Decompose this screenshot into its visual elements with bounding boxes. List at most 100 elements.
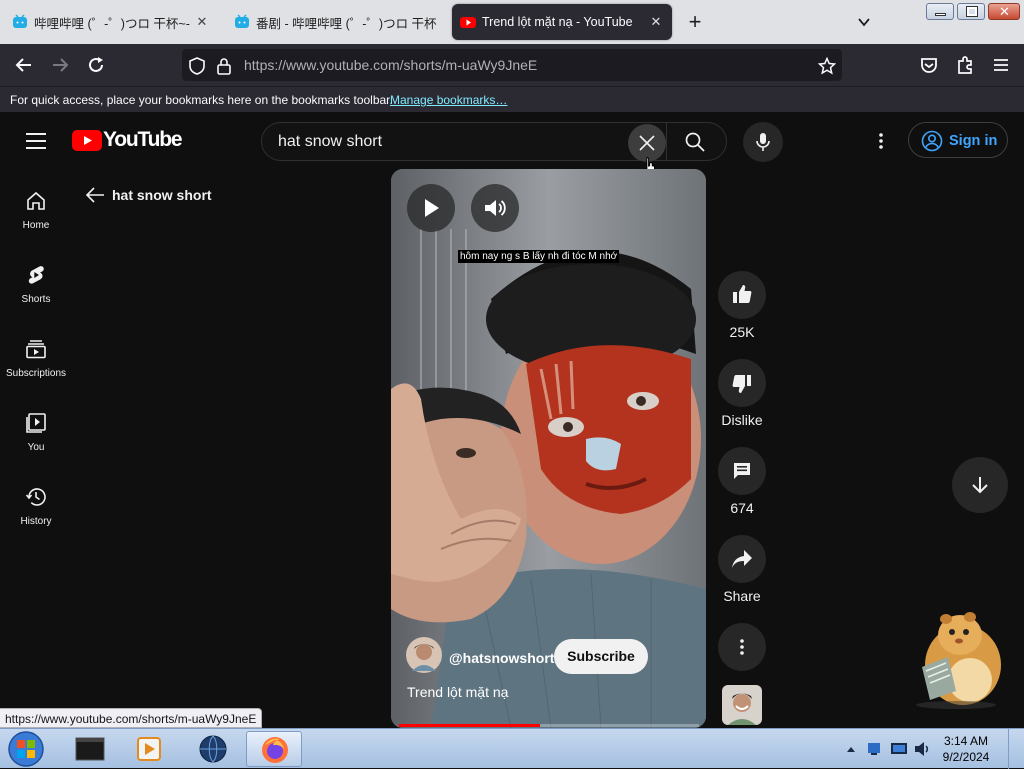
search-divider bbox=[666, 123, 667, 160]
dislike-button[interactable] bbox=[718, 359, 766, 407]
extensions-icon[interactable] bbox=[954, 54, 976, 76]
start-button-icon[interactable] bbox=[6, 730, 46, 768]
channel-name[interactable]: @hatsnowshort bbox=[449, 650, 554, 666]
clock-time: 3:14 AM bbox=[943, 734, 989, 748]
url-path: /shorts/m-uaWy9JneE bbox=[399, 57, 538, 73]
display-tray-icon[interactable] bbox=[890, 741, 908, 757]
more-actions-button[interactable] bbox=[718, 623, 766, 671]
sidebar-item-label: You bbox=[27, 442, 45, 453]
shorts-icon bbox=[28, 266, 44, 284]
tab-bilibili[interactable]: 哔哩哔哩 (゜-゜)つロ 干杯~-bili ✕ bbox=[4, 4, 218, 40]
manage-bookmarks-link[interactable]: Manage bookmarks… bbox=[390, 93, 507, 107]
tab-close-icon[interactable]: ✕ bbox=[648, 14, 664, 30]
terminal-icon bbox=[75, 737, 105, 761]
tab-youtube[interactable]: Trend lột mặt nạ - YouTube ✕ bbox=[452, 4, 672, 40]
list-all-tabs-icon[interactable] bbox=[856, 14, 872, 30]
show-desktop-button[interactable] bbox=[1008, 729, 1024, 769]
play-button[interactable] bbox=[407, 184, 455, 232]
subscribe-button[interactable]: Subscribe bbox=[554, 639, 648, 674]
search-box[interactable]: hat snow short bbox=[261, 122, 727, 162]
tab-bilibili-anime[interactable]: 番剧 - 哔哩哔哩 (゜-゜)つロ 干杯 bbox=[226, 4, 446, 40]
url-text: https://www.youtube.com/shorts/m-uaWy9Jn… bbox=[244, 57, 537, 73]
close-window-button[interactable]: ✕ bbox=[988, 3, 1020, 20]
arrow-down-icon bbox=[972, 477, 988, 494]
subscriptions-icon bbox=[26, 340, 46, 359]
more-options-icon[interactable] bbox=[878, 132, 884, 150]
shield-icon[interactable] bbox=[188, 57, 206, 75]
tab-title: Trend lột mặt nạ - YouTube bbox=[482, 15, 633, 29]
sidebar-item-shorts[interactable]: Shorts bbox=[0, 264, 72, 328]
taskbar-app-terminal[interactable] bbox=[62, 731, 118, 767]
sidebar-item-label: History bbox=[20, 516, 52, 527]
share-label: Share bbox=[723, 588, 761, 604]
guide-menu-icon[interactable] bbox=[26, 132, 46, 150]
reload-icon[interactable] bbox=[85, 54, 107, 76]
voice-search-button[interactable] bbox=[743, 122, 783, 162]
volume-tray-icon[interactable] bbox=[914, 741, 932, 757]
youtube-favicon-icon bbox=[460, 17, 476, 28]
short-video-player[interactable]: hôm nay ng s B lấy nh đi tóc M nhớ @hats… bbox=[391, 169, 706, 728]
search-icon[interactable] bbox=[685, 132, 705, 152]
sign-in-button[interactable]: Sign in bbox=[908, 122, 1008, 158]
thumbs-up-icon bbox=[733, 285, 752, 303]
you-icon bbox=[26, 413, 46, 433]
minimize-button[interactable] bbox=[926, 3, 954, 20]
play-icon bbox=[425, 199, 439, 217]
short-title[interactable]: Trend lột mặt nạ bbox=[407, 684, 508, 700]
share-button[interactable] bbox=[718, 535, 766, 583]
back-arrow-icon[interactable] bbox=[85, 186, 105, 204]
taskbar-app-firefox[interactable] bbox=[246, 731, 302, 767]
pocket-icon[interactable] bbox=[918, 54, 940, 76]
mute-button[interactable] bbox=[471, 184, 519, 232]
tab-close-icon[interactable]: ✕ bbox=[194, 14, 210, 30]
like-button[interactable] bbox=[718, 271, 766, 319]
taskbar-app-globe[interactable] bbox=[186, 731, 242, 767]
youtube-logo-icon bbox=[72, 130, 102, 151]
next-short-button[interactable] bbox=[952, 457, 1008, 513]
home-icon bbox=[27, 191, 45, 210]
sidebar-item-subscriptions[interactable]: Subscriptions bbox=[0, 338, 72, 402]
sign-in-label: Sign in bbox=[949, 133, 998, 149]
taskbar-clock[interactable]: 3:14 AM 9/2/2024 bbox=[936, 733, 996, 765]
network-tray-icon[interactable] bbox=[866, 741, 882, 757]
sidebar-item-home[interactable]: Home bbox=[0, 190, 72, 254]
comments-button[interactable] bbox=[718, 447, 766, 495]
channel-avatar[interactable] bbox=[406, 637, 442, 673]
progress-bar[interactable] bbox=[399, 724, 699, 727]
bookmarks-hint-text: For quick access, place your bookmarks h… bbox=[10, 93, 393, 107]
sidebar-item-history[interactable]: History bbox=[0, 486, 72, 550]
restore-button[interactable] bbox=[957, 3, 985, 20]
menu-icon[interactable] bbox=[990, 54, 1012, 76]
hamster-mascot bbox=[916, 612, 1001, 709]
clock-date: 9/2/2024 bbox=[942, 750, 990, 764]
lock-icon[interactable] bbox=[216, 57, 232, 75]
microphone-icon bbox=[756, 133, 770, 151]
youtube-page: YouTube hat snow short Sign in Home Shor… bbox=[0, 112, 1024, 728]
sound-thumbnail[interactable] bbox=[722, 685, 762, 725]
close-icon bbox=[639, 135, 655, 151]
address-bar[interactable]: https://www.youtube.com/shorts/m-uaWy9Jn… bbox=[182, 49, 842, 81]
show-hidden-icons-icon[interactable] bbox=[846, 745, 856, 753]
more-vert-icon bbox=[740, 639, 744, 655]
progress-fill bbox=[399, 724, 540, 727]
bookmark-star-icon[interactable] bbox=[818, 57, 836, 75]
sidebar-item-you[interactable]: You bbox=[0, 412, 72, 476]
youtube-wordmark: YouTube bbox=[103, 128, 183, 151]
globe-icon bbox=[199, 735, 227, 763]
windows-taskbar: 3:14 AM 9/2/2024 bbox=[0, 728, 1024, 769]
bilibili-icon bbox=[13, 14, 27, 28]
volume-icon bbox=[485, 200, 506, 216]
search-input[interactable]: hat snow short bbox=[278, 133, 382, 151]
browser-navigation-bar: https://www.youtube.com/shorts/m-uaWy9Jn… bbox=[0, 44, 1024, 86]
thumbs-down-icon bbox=[732, 375, 751, 393]
new-tab-button[interactable]: + bbox=[684, 9, 706, 35]
firefox-icon bbox=[262, 737, 288, 763]
forward-arrow-icon[interactable] bbox=[49, 54, 71, 76]
back-arrow-icon[interactable] bbox=[13, 54, 35, 76]
taskbar-app-media-player[interactable] bbox=[121, 731, 177, 767]
tab-title: 番剧 - 哔哩哔哩 (゜-゜)つロ 干杯 bbox=[256, 16, 437, 31]
like-count: 25K bbox=[729, 324, 755, 340]
sidebar-item-label: Shorts bbox=[21, 294, 51, 305]
comment-icon bbox=[734, 463, 750, 479]
link-status-bar: https://www.youtube.com/shorts/m-uaWy9Jn… bbox=[0, 708, 263, 728]
